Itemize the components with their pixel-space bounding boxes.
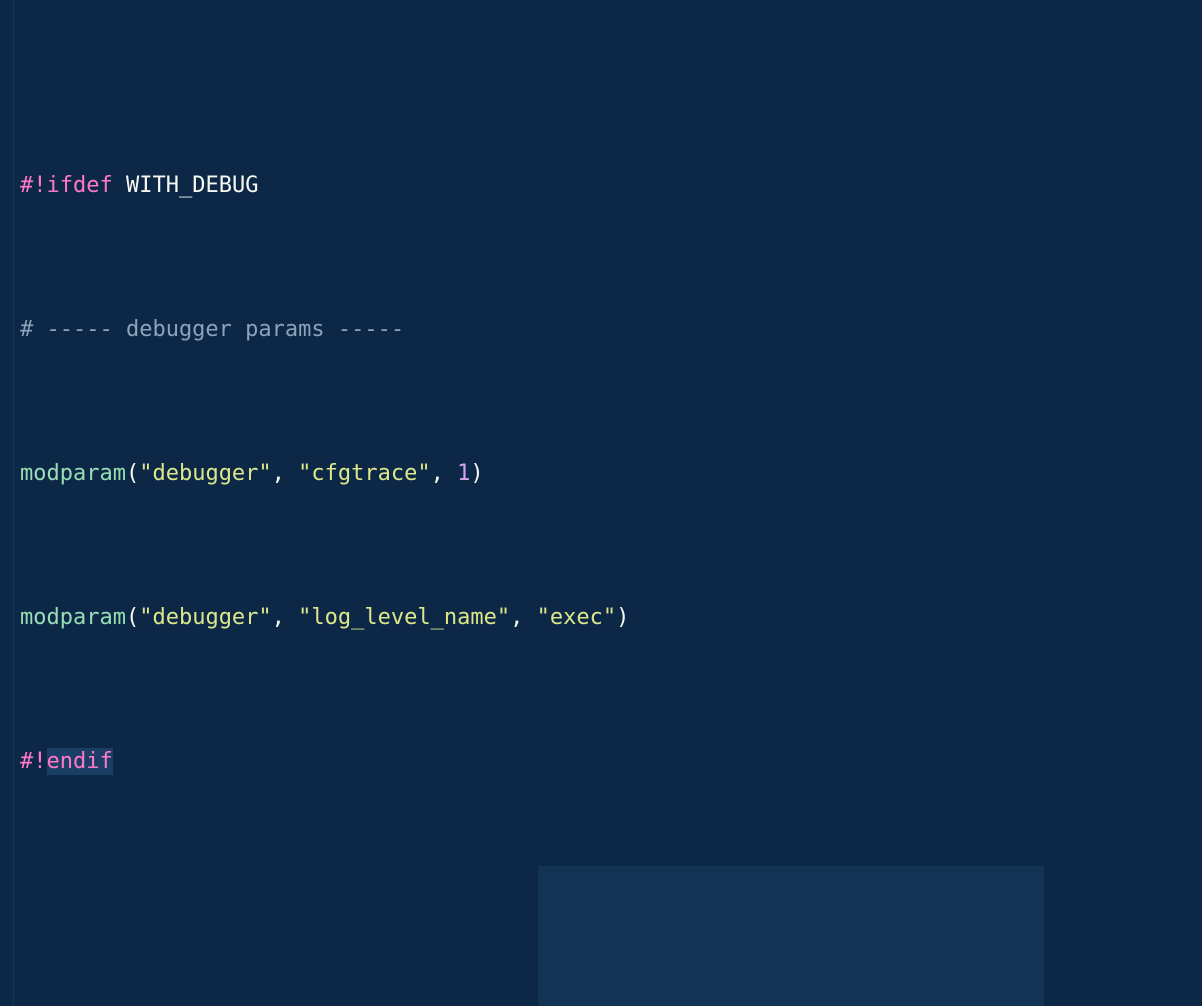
preproc-hash: #! xyxy=(20,749,47,774)
code-line[interactable] xyxy=(20,888,1202,924)
macro-name: WITH_DEBUG xyxy=(126,173,258,198)
code-line[interactable]: modparam("debugger", "cfgtrace", 1) xyxy=(20,456,1202,492)
string-literal: "cfgtrace" xyxy=(298,461,430,486)
code-area[interactable]: #!ifdef WITH_DEBUG # ----- debugger para… xyxy=(14,0,1202,1006)
code-line[interactable]: modparam("debugger", "log_level_name", "… xyxy=(20,600,1202,636)
preproc-hash: #! xyxy=(20,173,47,198)
string-literal: "debugger" xyxy=(139,605,271,630)
string-literal: "debugger" xyxy=(139,461,271,486)
paren: ) xyxy=(470,461,483,486)
comma: , xyxy=(431,461,458,486)
selection-block xyxy=(538,866,1044,1006)
function-call: modparam xyxy=(20,605,126,630)
comma: , xyxy=(272,605,299,630)
number-literal: 1 xyxy=(457,461,470,486)
gutter xyxy=(0,0,14,1006)
preproc-keyword: ifdef xyxy=(47,173,113,198)
code-line[interactable]: #!endif xyxy=(20,744,1202,780)
paren: ) xyxy=(616,605,629,630)
comment: # ----- debugger params ----- xyxy=(20,317,404,342)
comma: , xyxy=(510,605,537,630)
function-call: modparam xyxy=(20,461,126,486)
code-line[interactable]: #!ifdef WITH_DEBUG xyxy=(20,168,1202,204)
string-literal: "exec" xyxy=(537,605,616,630)
paren: ( xyxy=(126,605,139,630)
code-line[interactable]: # ----- debugger params ----- xyxy=(20,312,1202,348)
space xyxy=(113,173,126,198)
comma: , xyxy=(272,461,299,486)
code-editor[interactable]: #!ifdef WITH_DEBUG # ----- debugger para… xyxy=(0,0,1202,1006)
preproc-keyword: endif xyxy=(47,748,113,775)
paren: ( xyxy=(126,461,139,486)
string-literal: "log_level_name" xyxy=(298,605,510,630)
